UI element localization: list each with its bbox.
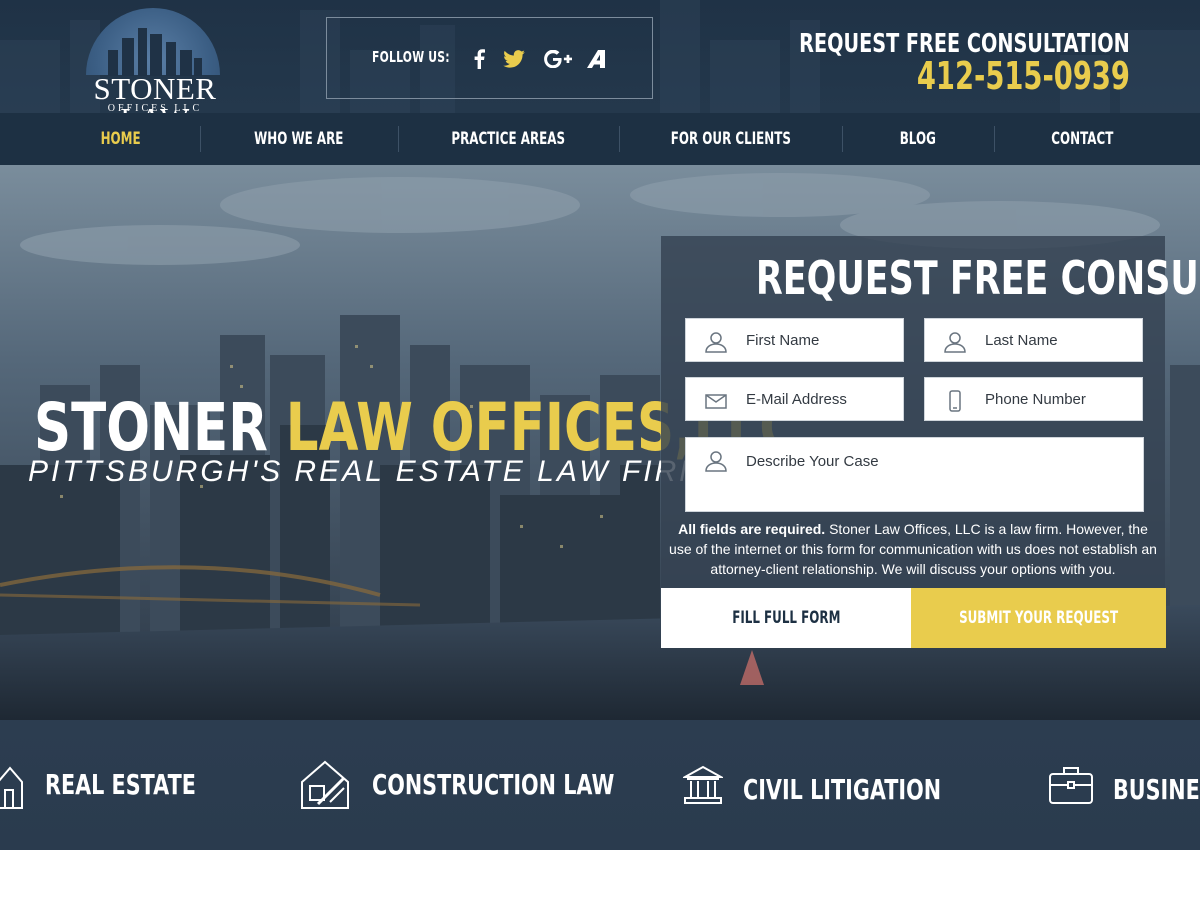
practice-construction-law[interactable]: CONSTRUCTION LAW [300,720,620,850]
describe-case-placeholder: Describe Your Case [746,453,879,470]
mobile-phone-icon [949,390,961,412]
hero-section: STONER LAW OFFICES,LLC PITTSBURGH'S REAL… [0,165,1200,720]
nav-for-our-clients[interactable]: FOR OUR CLIENTS [619,113,842,165]
twitter-icon[interactable] [502,48,526,70]
submit-request-button[interactable]: SUBMIT YOUR REQUEST [911,588,1166,648]
describe-case-field[interactable]: Describe Your Case [685,437,1144,512]
practice-business[interactable]: BUSINESS [1048,720,1200,850]
nav-home[interactable]: HOME [40,113,202,165]
nav-home-label: HOME [100,129,142,149]
nav-contact[interactable]: CONTACT [994,113,1170,165]
header-phone-link[interactable]: 412-515-0939 [917,56,1130,96]
nav-who-we-are[interactable]: WHO WE ARE [200,113,398,165]
email-field[interactable]: E-Mail Address [685,377,904,421]
nav-who-we-are-label: WHO WE ARE [254,129,344,149]
practice-civil-litigation-label: CIVIL LITIGATION [743,773,942,806]
form-disclaimer: All fields are required. Stoner Law Offi… [667,519,1159,579]
google-plus-icon[interactable] [543,48,573,70]
last-name-field[interactable]: Last Name [924,318,1143,362]
house-icon [0,766,23,809]
logo-skyline-icon [108,28,202,76]
form-title-text: REQUEST FREE CONSULTATION [755,251,1200,305]
fill-full-form-button[interactable]: FILL FULL FORM [661,588,911,648]
practice-areas-strip: REAL ESTATE CONSTRUCTION LAW CIVIL LITIG… [0,720,1200,850]
follow-us-label: FOLLOW US: [372,48,450,66]
nav-contact-label: CONTACT [1050,129,1114,149]
last-name-placeholder: Last Name [985,332,1058,349]
first-name-field[interactable]: First Name [685,318,904,362]
email-placeholder: E-Mail Address [746,391,847,408]
form-title: REQUEST FREE CONSULTATION [661,252,1200,304]
practice-real-estate[interactable]: REAL ESTATE [0,720,260,850]
logo-subtitle: OFFICES LLC [107,103,203,113]
briefcase-icon [1049,767,1093,804]
envelope-icon [705,394,727,409]
nav-practice-areas-label: PRACTICE AREAS [451,129,566,149]
logo[interactable]: STONER LAW OFFICES LLC [60,8,250,113]
user-icon [705,332,727,353]
main-nav: HOME WHO WE ARE PRACTICE AREAS FOR OUR C… [0,113,1200,165]
fill-full-form-label: FILL FULL FORM [731,608,841,628]
nav-for-our-clients-label: FOR OUR CLIENTS [670,129,791,149]
user-icon [944,332,966,353]
disclaimer-bold: All fields are required. [678,521,826,537]
first-name-placeholder: First Name [746,332,820,349]
nav-practice-areas[interactable]: PRACTICE AREAS [398,113,619,165]
practice-real-estate-label: REAL ESTATE [45,768,196,801]
phone-placeholder: Phone Number [985,391,1086,408]
blueprint-icon [301,760,349,809]
page-bottom-area [0,850,1200,900]
user-icon [705,451,727,472]
follow-us-box: FOLLOW US: [326,17,653,99]
nav-blog-label: BLOG [899,129,937,149]
phone-field[interactable]: Phone Number [924,377,1143,421]
facebook-icon[interactable] [467,48,491,70]
avvo-icon[interactable] [585,48,609,70]
practice-business-label: BUSINESS [1113,773,1200,806]
submit-request-label: SUBMIT YOUR REQUEST [958,608,1119,628]
practice-civil-litigation[interactable]: CIVIL LITIGATION [683,720,1003,850]
site-header: STONER LAW OFFICES LLC FOLLOW US: REQUES… [0,0,1200,113]
consultation-form: REQUEST FREE CONSULTATION First Name Las… [661,236,1200,648]
nav-blog[interactable]: BLOG [842,113,994,165]
practice-construction-law-label: CONSTRUCTION LAW [372,768,615,801]
hero-subtitle: PITTSBURGH'S REAL ESTATE LAW FIRM [28,455,708,488]
courthouse-icon [683,765,723,804]
